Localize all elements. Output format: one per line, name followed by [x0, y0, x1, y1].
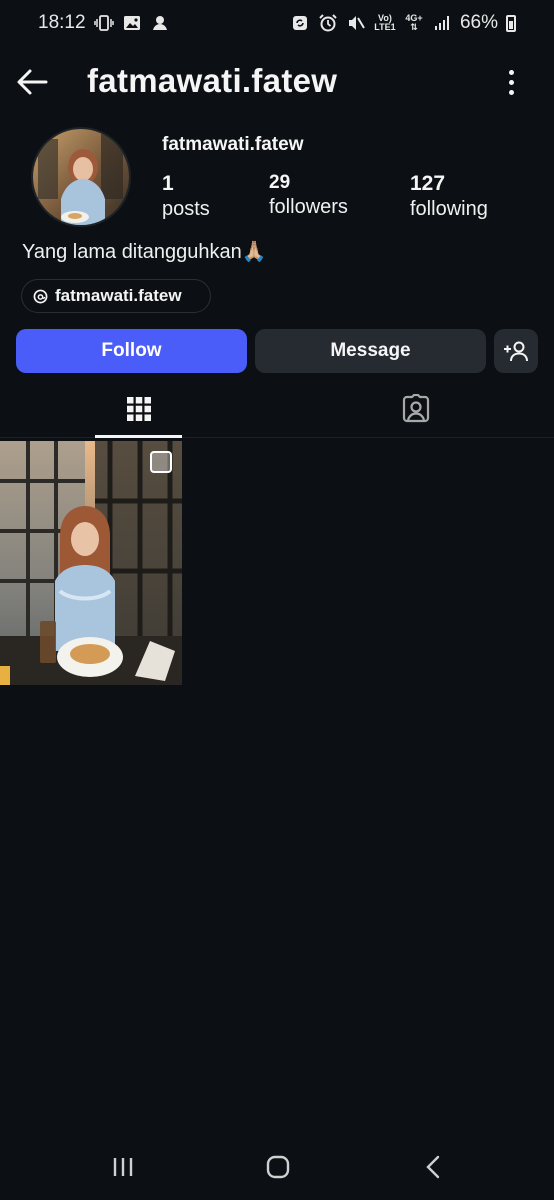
battery-icon — [506, 14, 516, 32]
post-thumbnail[interactable] — [0, 441, 182, 685]
chevron-left-icon — [426, 1155, 440, 1179]
vibrate-icon — [93, 13, 114, 33]
threads-handle: fatmawati.fatew — [55, 286, 182, 305]
top-bar: fatmawati.fatew — [0, 52, 554, 110]
network-label: Vo) LTE1 — [374, 13, 396, 33]
avatar-photo — [33, 129, 129, 225]
profile-avatar[interactable] — [31, 127, 131, 227]
page-title: fatmawati.fatew — [87, 62, 338, 99]
followers-label: followers — [269, 196, 348, 218]
battery-percent: 66% — [459, 12, 498, 33]
sync-icon — [290, 13, 310, 33]
data-type: 4G+ ⇅ — [404, 13, 424, 33]
recent-apps-button[interactable] — [103, 1151, 143, 1183]
more-options-button[interactable] — [498, 64, 524, 100]
posts-stat[interactable]: 1 posts — [162, 172, 210, 221]
following-count: 127 — [410, 172, 446, 195]
profile-username: fatmawati.fatew — [162, 134, 304, 155]
following-label: following — [410, 198, 488, 220]
network-bottom: LTE1 — [374, 22, 396, 32]
gallery-icon — [122, 13, 142, 33]
posts-label: posts — [162, 198, 210, 220]
multiple-photos-icon — [150, 451, 172, 473]
tab-posts-grid[interactable] — [95, 380, 182, 438]
profile-bio: Yang lama ditangguhkan🙏🏼 — [22, 241, 267, 263]
mute-icon — [346, 13, 366, 33]
status-bar: 18:12 Vo) LTE1 4G+ ⇅ 66% — [0, 0, 554, 46]
add-person-icon — [504, 341, 528, 362]
app-notification-icon — [150, 13, 170, 33]
tab-tagged[interactable] — [372, 380, 459, 438]
more-dot — [508, 69, 514, 75]
status-right: Vo) LTE1 4G+ ⇅ 66% — [290, 12, 516, 34]
grid-icon — [126, 397, 151, 421]
back-arrow-icon — [17, 69, 48, 95]
home-icon — [266, 1155, 290, 1179]
followers-stat[interactable]: 29 followers — [269, 172, 348, 219]
followers-count: 29 — [269, 172, 291, 193]
back-button[interactable] — [14, 64, 50, 100]
more-dot — [508, 89, 514, 95]
signal-icon — [432, 13, 452, 33]
status-left: 18:12 — [38, 12, 170, 34]
active-tab-indicator — [95, 435, 182, 438]
system-nav-bar — [0, 1135, 554, 1200]
system-back-button[interactable] — [413, 1151, 453, 1183]
home-button[interactable] — [258, 1151, 298, 1183]
profile-tabs — [0, 380, 554, 438]
data-arrows-icon: ⇅ — [410, 22, 418, 32]
suggest-users-button[interactable] — [494, 329, 538, 373]
status-time: 18:12 — [38, 12, 86, 33]
alarm-icon — [318, 13, 338, 33]
recent-apps-icon — [113, 1158, 133, 1176]
follow-button[interactable]: Follow — [16, 329, 247, 373]
message-button[interactable]: Message — [255, 329, 486, 373]
tagged-icon — [402, 394, 429, 423]
threads-icon — [33, 289, 48, 303]
more-dot — [508, 79, 514, 85]
posts-count: 1 — [162, 172, 174, 195]
post-photo — [0, 441, 182, 685]
following-stat[interactable]: 127 following — [410, 172, 488, 221]
threads-link[interactable]: fatmawati.fatew — [21, 279, 211, 313]
